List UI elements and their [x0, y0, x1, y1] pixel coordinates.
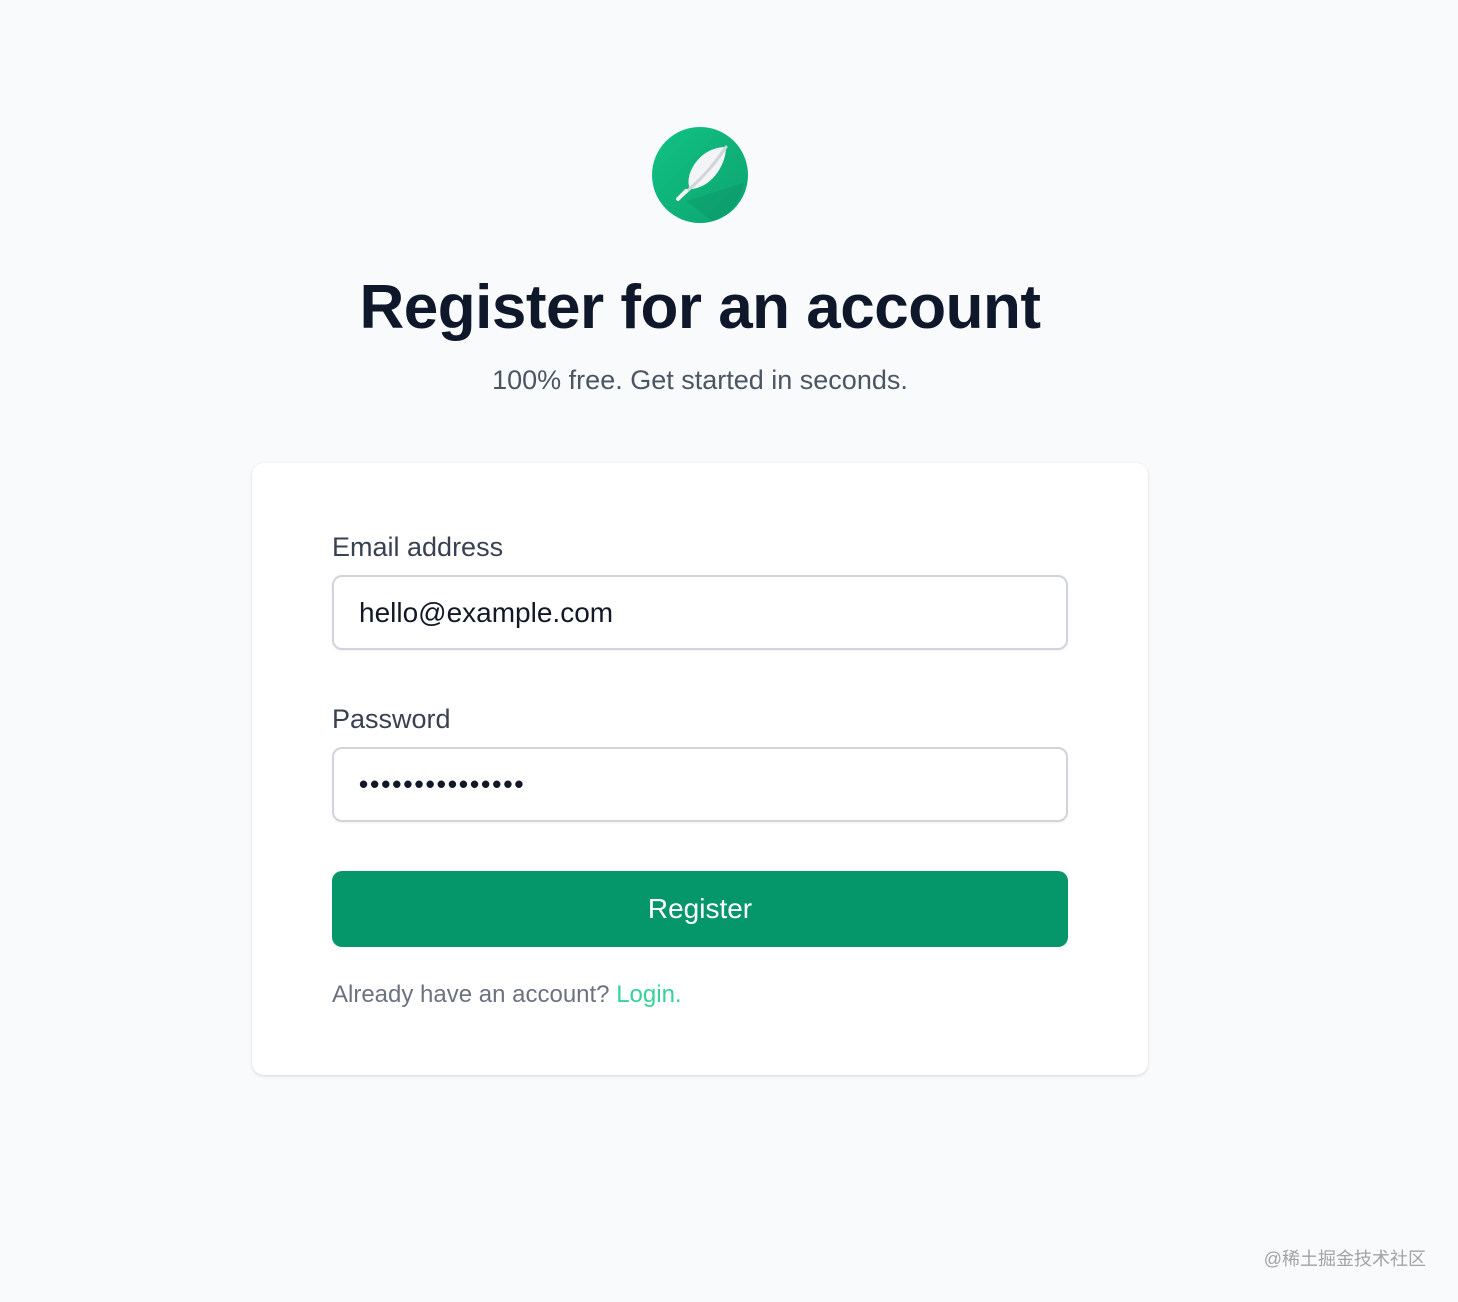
email-field[interactable]: hello@example.com	[332, 575, 1068, 650]
password-field[interactable]: •••••••••••••••	[332, 747, 1068, 822]
email-label: Email address	[332, 532, 504, 562]
email-value: hello@example.com	[359, 597, 614, 628]
password-value: •••••••••••••••	[359, 769, 526, 799]
login-link[interactable]: Login.	[616, 981, 681, 1008]
login-prompt-text: Already have an account?	[332, 981, 610, 1008]
watermark-text: @稀土掘金技术社区	[1263, 1249, 1426, 1269]
register-card: Email address hello@example.com Password…	[252, 463, 1148, 1075]
page-subtitle: 100% free. Get started in seconds.	[492, 365, 908, 395]
password-label: Password	[332, 704, 451, 734]
feather-logo-icon	[652, 127, 748, 223]
page-title: Register for an account	[359, 273, 1041, 342]
register-button[interactable]: Register	[332, 871, 1068, 947]
login-prompt-line: Already have an account? Login.	[332, 978, 682, 1012]
